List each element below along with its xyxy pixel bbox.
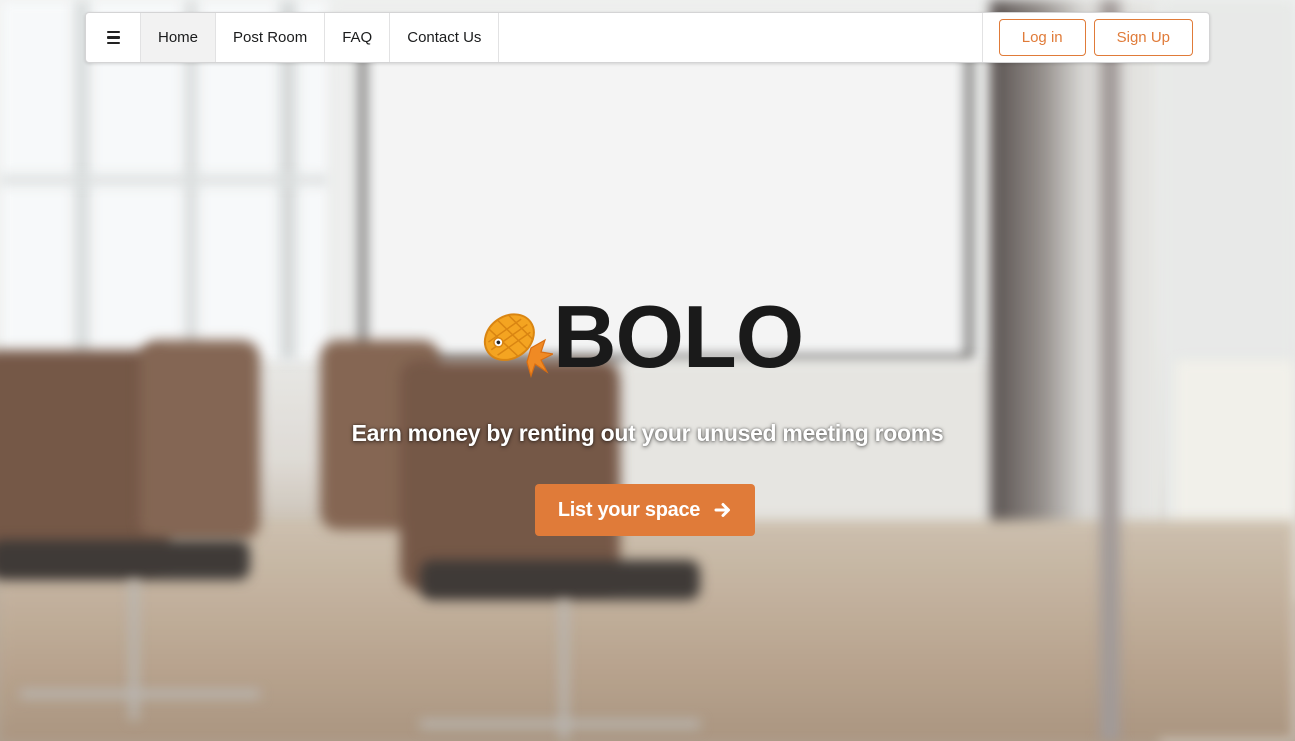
nav-item-home[interactable]: Home [141, 13, 217, 62]
pineapple-fish-logo-icon [483, 313, 553, 378]
nav-item-faq[interactable]: FAQ [325, 13, 391, 62]
brand-name: BOLO [553, 287, 804, 386]
hero-tagline: Earn money by renting out your unused me… [351, 420, 944, 446]
brand-logo: BOLO [475, 292, 820, 382]
nav-item-contact-us[interactable]: Contact Us [390, 13, 500, 62]
nav-item-post-room[interactable]: Post Room [216, 13, 326, 62]
menu-toggle-button[interactable] [86, 13, 141, 62]
arrow-right-icon [714, 503, 731, 517]
signup-button[interactable]: Sign Up [1093, 19, 1193, 56]
cta-label: List your space [557, 498, 701, 521]
top-navigation-bar: Home Post Room FAQ Contact Us Log in Sig… [85, 12, 1210, 63]
login-button[interactable]: Log in [998, 19, 1086, 56]
auth-buttons: Log in Sign Up [981, 13, 1209, 62]
list-your-space-button[interactable]: List your space [535, 484, 755, 536]
hamburger-menu-icon [106, 30, 120, 45]
